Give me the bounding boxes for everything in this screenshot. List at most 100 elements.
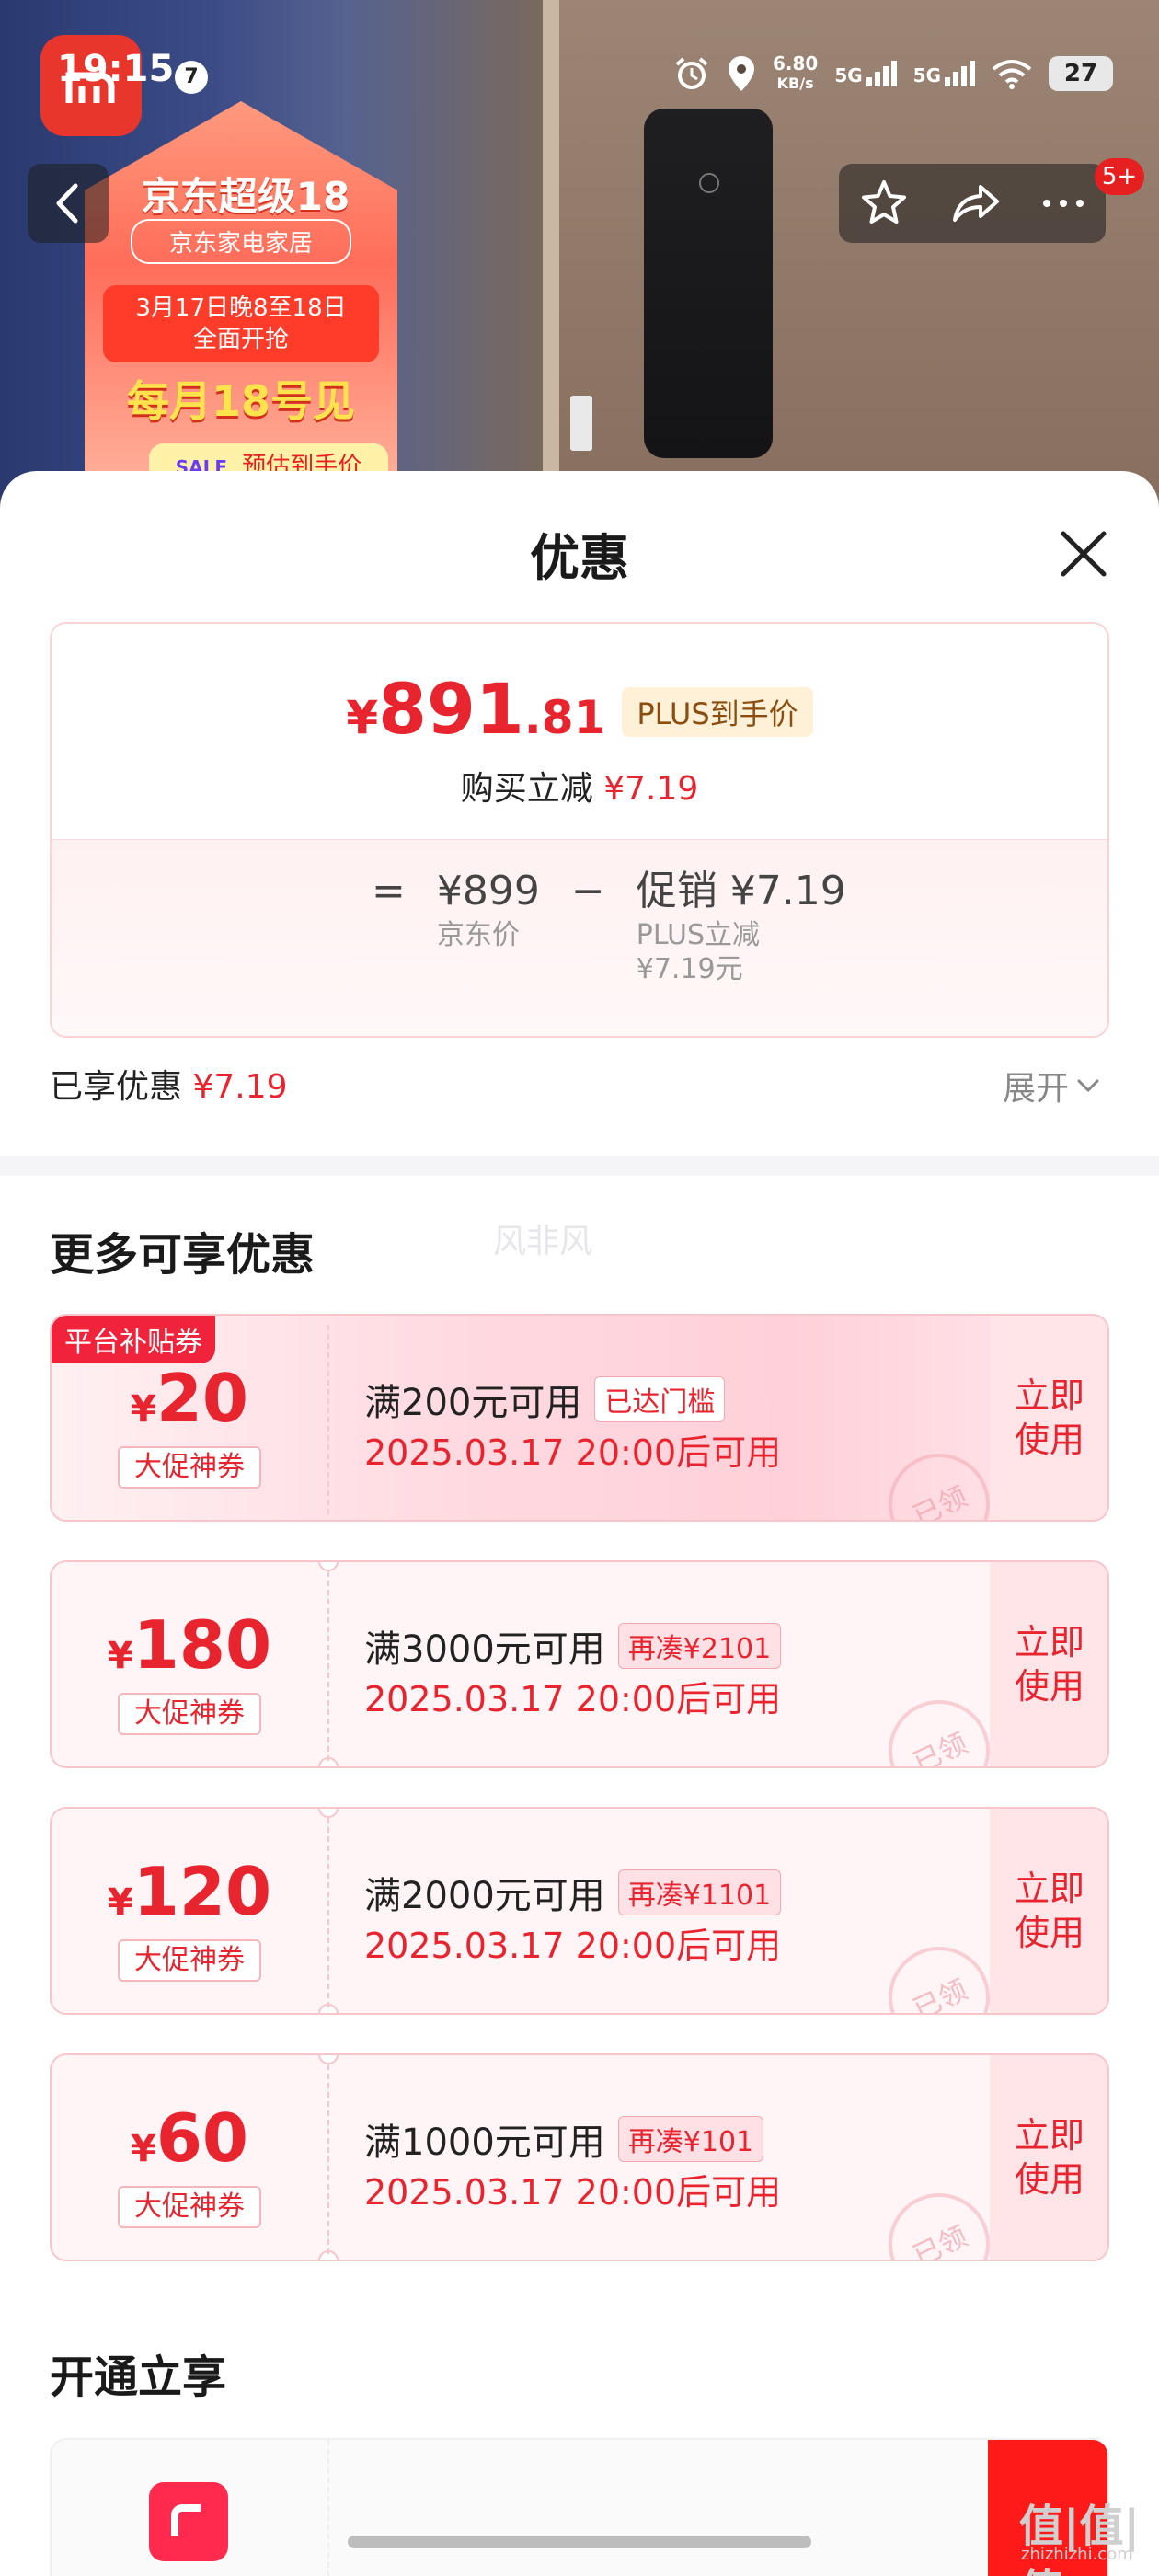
plus-price-tag: PLUS到手价 [622, 687, 813, 737]
final-price-integer: 891 [378, 668, 524, 750]
instant-reduction-line: 购买立减 ¥7.19 [52, 762, 1107, 810]
platform-subsidy-tag: 平台补贴券 [52, 1316, 215, 1363]
status-bar: 19:15 7 6.80 KB/s 5G 5G 27 [0, 0, 1159, 147]
coupon-amount: ¥20 [52, 1360, 327, 1437]
coupon-condition-text: 满3000元可用 [364, 1628, 605, 1671]
instant-reduction-label: 购买立减 [460, 770, 593, 808]
network-speed-unit: KB/s [776, 75, 814, 92]
poster-date-line2: 全面开抢 [192, 326, 289, 353]
coupon-remaining-tag: 再凑¥101 [617, 2116, 764, 2162]
poster-date-line1: 3月17日晚8至18日 [135, 294, 347, 322]
signal-sim2: 5G [913, 61, 975, 86]
final-price-symbol: ¥ [346, 691, 379, 744]
close-button[interactable] [1049, 519, 1119, 589]
poster-date: 3月17日晚8至18日 全面开抢 [103, 285, 379, 362]
coupon-amount-number: 20 [155, 1360, 249, 1437]
network-speed: 6.80 KB/s [773, 53, 818, 94]
more-discounts-title: 更多可享优惠 [50, 1229, 316, 1281]
signal-bars-icon [945, 61, 975, 86]
coupon-valid-time: 2025.03.17 20:00后可用 [364, 2172, 782, 2213]
jd-price-value: ¥899 [436, 868, 540, 914]
signal-sim1-label: 5G [834, 64, 863, 86]
equals-sign: = [372, 868, 406, 914]
home-indicator[interactable] [348, 2536, 811, 2548]
signal-bars-icon [866, 61, 897, 86]
price-summary-card: ¥891.81 PLUS到手价 购买立减 ¥7.19 = ¥899 京东价 − … [50, 622, 1109, 1038]
open-membership-title: 开通立享 [50, 2352, 227, 2403]
top-actions-bar [839, 164, 1106, 243]
status-indicators: 6.80 KB/s 5G 5G 27 [673, 53, 1113, 94]
promo-label-amount: ¥7.19元 [636, 953, 743, 985]
use-now-button[interactable]: 立即 使用 [990, 1809, 1107, 2013]
use-now-label-2: 使用 [1014, 2159, 1084, 2200]
more-options-icon[interactable] [1040, 194, 1086, 213]
use-now-button[interactable]: 立即 使用 [990, 1316, 1107, 1520]
membership-glyph [171, 2504, 201, 2536]
coupon-separator [327, 1325, 329, 1514]
use-now-label-1: 立即 [1014, 1869, 1084, 1909]
smart-lock-product [644, 109, 773, 458]
favorite-star-icon[interactable] [858, 178, 910, 229]
status-time: 19:15 [57, 48, 175, 90]
chevron-down-icon [1077, 1079, 1099, 1093]
network-speed-value: 6.80 [772, 52, 819, 75]
expand-button[interactable]: 展开 [1003, 1062, 1100, 1110]
coupon-remaining-tag: 再凑¥1101 [617, 1869, 782, 1915]
signal-sim1: 5G [834, 61, 897, 86]
coupon-value-area: ¥120 大促神券 [52, 1809, 327, 2013]
coupon-kind: 大促神券 [118, 2186, 261, 2228]
poster-slogan: 每月18号见 [126, 376, 355, 426]
discount-bottom-sheet: 优惠 ¥891.81 PLUS到手价 购买立减 ¥7.19 = ¥899 京东价 [0, 471, 1159, 2576]
site-watermark-url: zhizhizhi.com [1021, 2545, 1133, 2564]
coupon-kind: 大促神券 [118, 1693, 261, 1735]
door-hinge [570, 396, 592, 451]
chevron-left-icon [56, 183, 78, 224]
coupon-value-area: ¥60 大促神券 [52, 2055, 327, 2260]
use-now-label-2: 使用 [1014, 1666, 1084, 1707]
coupon-amount: ¥120 [52, 1853, 327, 1930]
coupon-currency: ¥ [130, 1388, 156, 1431]
card-separator [327, 2440, 329, 2576]
coupon-amount-number: 180 [132, 1606, 272, 1684]
jd-price-column: ¥899 京东价 [437, 866, 540, 954]
use-now-button[interactable]: 立即 使用 [990, 2055, 1107, 2260]
section-divider [0, 1156, 1159, 1176]
coupon-amount: ¥60 [52, 2099, 327, 2177]
coupon-card[interactable]: ¥180 大促神券 满3000元可用 再凑¥2101 2025.03.17 20… [50, 1560, 1109, 1768]
claimed-stamp: 已领 [871, 1929, 1007, 2013]
coupon-currency: ¥ [130, 2128, 156, 2170]
battery-indicator: 27 [1049, 56, 1113, 91]
coupon-card[interactable]: ¥20 大促神券 平台补贴券 满200元可用 已达门槛 2025.03.17 2… [50, 1314, 1109, 1522]
coupon-amount-number: 120 [132, 1853, 272, 1930]
sheet-title: 优惠 [530, 529, 629, 587]
poster-title: 京东超级18 [141, 174, 350, 219]
price-summary-top: ¥891.81 PLUS到手价 购买立减 ¥7.19 [52, 624, 1107, 839]
coupon-separator [327, 1571, 329, 1761]
coupon-valid-time: 2025.03.17 20:00后可用 [364, 1926, 782, 1966]
coupon-kind: 大促神券 [118, 1939, 261, 1982]
back-button[interactable] [28, 164, 109, 243]
coupon-remaining-tag: 再凑¥2101 [617, 1623, 782, 1669]
coupon-value-area: ¥180 大促神券 [52, 1562, 327, 1766]
lock-sensor [699, 173, 719, 193]
membership-offer-card[interactable] [50, 2438, 1109, 2576]
claimed-stamp: 已领 [871, 2176, 1007, 2260]
price-breakdown: = ¥899 京东价 − 促销 ¥7.19 PLUS立减 ¥7.19元 [52, 839, 1107, 1036]
coupon-threshold-tag: 已达门槛 [594, 1376, 726, 1422]
claimed-stamp: 已领 [871, 1436, 1007, 1520]
coupon-valid-time: 2025.03.17 20:00后可用 [364, 1432, 782, 1473]
promo-value: 促销 ¥7.19 [636, 868, 846, 914]
final-price-decimal: .81 [523, 691, 606, 744]
use-now-button[interactable]: 立即 使用 [990, 1562, 1107, 1766]
coupon-card[interactable]: ¥60 大促神券 满1000元可用 再凑¥101 2025.03.17 20:0… [50, 2053, 1109, 2261]
minus-sign: − [570, 868, 605, 914]
coupon-card[interactable]: ¥120 大促神券 满2000元可用 再凑¥1101 2025.03.17 20… [50, 1807, 1109, 2015]
use-now-label-1: 立即 [1014, 1622, 1084, 1662]
use-now-label-1: 立即 [1014, 2115, 1084, 2156]
final-price-row: ¥891.81 PLUS到手价 [52, 668, 1107, 750]
coupon-condition: 满2000元可用 再凑¥1101 [364, 1866, 782, 1919]
location-icon [728, 56, 754, 91]
coupon-amount: ¥180 [52, 1606, 327, 1684]
share-icon[interactable] [947, 178, 1003, 229]
enjoyed-discount-label: 已享优惠 [50, 1068, 183, 1106]
